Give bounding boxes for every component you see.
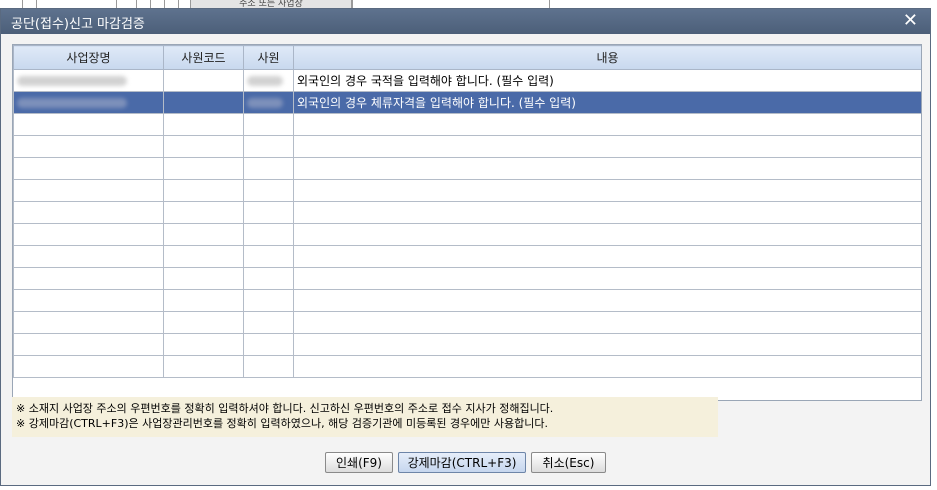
table-row-empty[interactable] — [13, 135, 921, 158]
table-row-empty[interactable] — [13, 289, 921, 312]
table-row-empty[interactable] — [13, 267, 921, 290]
table-row-empty[interactable] — [13, 157, 921, 180]
table-row-empty[interactable] — [13, 223, 921, 246]
column-header-message[interactable]: 내용 — [293, 45, 921, 70]
column-header-employee-code[interactable]: 사원코드 — [163, 45, 244, 70]
table-row-empty[interactable] — [13, 333, 921, 356]
redacted-text — [247, 76, 283, 86]
cell-workplace[interactable] — [13, 69, 164, 92]
table-row-selected[interactable]: 외국인의 경우 체류자격을 입력해야 합니다. (필수 입력) — [13, 91, 921, 114]
validation-dialog: 공단(접수)신고 마감검증 ✕ 사업장명 사원코드 사원 내용 외국인의 경우 … — [0, 8, 931, 486]
validation-table: 사업장명 사원코드 사원 내용 외국인의 경우 국적을 입력해야 합니다. (필… — [13, 45, 921, 378]
button-bar: 인쇄(F9) 강제마감(CTRL+F3) 취소(Esc) — [1, 452, 932, 476]
table-row-empty[interactable] — [13, 245, 921, 268]
column-header-employee[interactable]: 사원 — [243, 45, 294, 70]
cell-workplace[interactable] — [13, 91, 164, 114]
print-button[interactable]: 인쇄(F9) — [325, 452, 393, 473]
force-close-button[interactable]: 강제마감(CTRL+F3) — [398, 452, 526, 473]
cell-employee[interactable] — [243, 69, 294, 92]
table-row-empty[interactable] — [13, 355, 921, 378]
notes-panel: ※ 소재지 사업장 주소의 우편번호를 정확히 입력하셔야 합니다. 신고하신 … — [12, 397, 718, 437]
validation-grid[interactable]: 사업장명 사원코드 사원 내용 외국인의 경우 국적을 입력해야 합니다. (필… — [12, 44, 922, 401]
cell-employee-code[interactable] — [163, 91, 244, 114]
table-row-empty[interactable] — [13, 311, 921, 334]
cell-employee[interactable] — [243, 91, 294, 114]
table-row-empty[interactable] — [13, 201, 921, 224]
cell-message[interactable]: 외국인의 경우 국적을 입력해야 합니다. (필수 입력) — [293, 69, 921, 92]
dialog-titlebar[interactable]: 공단(접수)신고 마감검증 ✕ — [1, 9, 930, 34]
note-postal-code: ※ 소재지 사업장 주소의 우편번호를 정확히 입력하셔야 합니다. 신고하신 … — [16, 402, 554, 415]
table-row-empty[interactable] — [13, 113, 921, 136]
table-header-row: 사업장명 사원코드 사원 내용 — [13, 45, 921, 70]
redacted-text — [247, 98, 283, 108]
redacted-text — [17, 76, 127, 86]
cell-message[interactable]: 외국인의 경우 체류자격을 입력해야 합니다. (필수 입력) — [293, 91, 921, 114]
table-row-empty[interactable] — [13, 179, 921, 202]
note-force-close: ※ 강제마감(CTRL+F3)은 사업장관리번호를 정확히 입력하였으나, 해당… — [16, 417, 549, 430]
cancel-button[interactable]: 취소(Esc) — [531, 452, 606, 473]
redacted-text — [17, 98, 127, 108]
table-row[interactable]: 외국인의 경우 국적을 입력해야 합니다. (필수 입력) — [13, 69, 921, 92]
cell-employee-code[interactable] — [163, 69, 244, 92]
dialog-title: 공단(접수)신고 마감검증 — [11, 17, 145, 32]
close-icon[interactable]: ✕ — [903, 10, 918, 31]
column-header-workplace[interactable]: 사업장명 — [13, 45, 164, 70]
